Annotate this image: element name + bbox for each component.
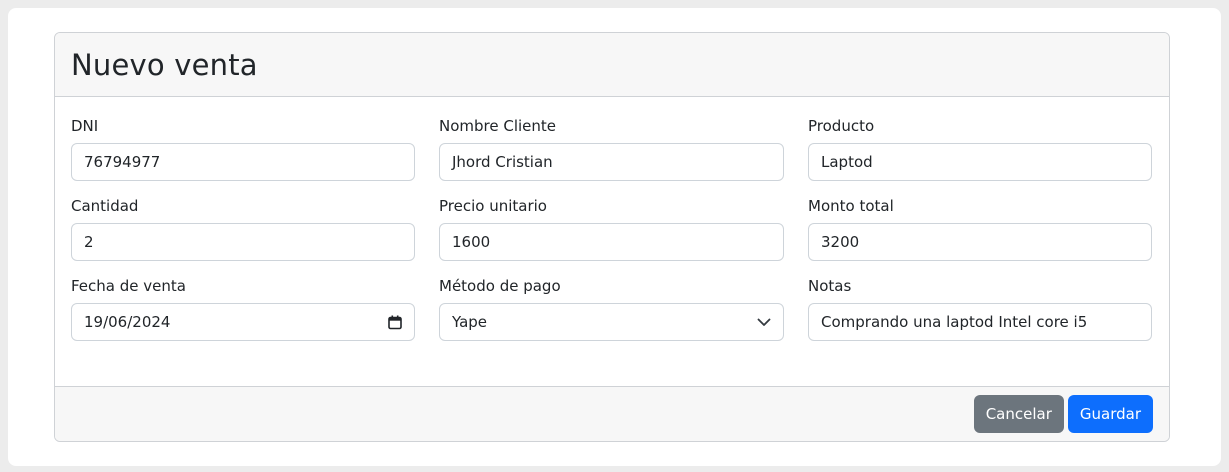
producto-field[interactable]: Laptod	[808, 143, 1152, 181]
notas-group: Notas Comprando una laptod Intel core i5	[808, 275, 1152, 341]
cantidad-group: Cantidad 2	[71, 195, 415, 261]
fecha-venta-field[interactable]: 19/06/2024	[71, 303, 415, 341]
producto-label: Producto	[808, 117, 875, 135]
metodo-pago-label: Método de pago	[439, 277, 561, 295]
monto-total-field[interactable]: 3200	[808, 223, 1152, 261]
nombre-cliente-group: Nombre Cliente Jhord Cristian	[439, 115, 784, 181]
fecha-venta-value: 19/06/2024	[84, 313, 171, 331]
cantidad-field[interactable]: 2	[71, 223, 415, 261]
nombre-cliente-field[interactable]: Jhord Cristian	[439, 143, 784, 181]
chevron-down-icon	[757, 317, 771, 327]
notas-label: Notas	[808, 277, 852, 295]
metodo-pago-select[interactable]: Yape	[439, 303, 784, 341]
notas-field[interactable]: Comprando una laptod Intel core i5	[808, 303, 1152, 341]
cancel-button[interactable]: Cancelar	[973, 395, 1064, 433]
precio-unitario-label: Precio unitario	[439, 197, 547, 215]
cantidad-label: Cantidad	[71, 197, 139, 215]
card-footer: Cancelar Guardar	[55, 386, 1169, 441]
notas-value: Comprando una laptod Intel core i5	[821, 313, 1088, 331]
precio-unitario-group: Precio unitario 1600	[439, 195, 784, 261]
monto-total-value: 3200	[821, 233, 860, 251]
monto-total-label: Monto total	[808, 197, 894, 215]
nombre-cliente-value: Jhord Cristian	[452, 153, 553, 171]
page-title: Nuevo venta	[71, 47, 258, 82]
precio-unitario-field[interactable]: 1600	[439, 223, 784, 261]
card-header: Nuevo venta	[55, 33, 1169, 97]
save-button[interactable]: Guardar	[1067, 395, 1153, 433]
dni-label: DNI	[71, 117, 99, 135]
producto-group: Producto Laptod	[808, 115, 1152, 181]
dni-value: 76794977	[84, 153, 161, 171]
cantidad-value: 2	[84, 233, 94, 251]
dni-group: DNI 76794977	[71, 115, 415, 181]
monto-total-group: Monto total 3200	[808, 195, 1152, 261]
calendar-icon[interactable]	[388, 315, 402, 330]
card-body: DNI 76794977 Nombre Cliente Jhord Cristi…	[55, 97, 1169, 387]
form-grid: DNI 76794977 Nombre Cliente Jhord Cristi…	[71, 115, 1153, 341]
producto-value: Laptod	[821, 153, 873, 171]
fecha-venta-group: Fecha de venta 19/06/2024	[71, 275, 415, 341]
precio-unitario-value: 1600	[452, 233, 491, 251]
metodo-pago-value: Yape	[452, 313, 488, 331]
nombre-cliente-label: Nombre Cliente	[439, 117, 557, 135]
page-container: Nuevo venta DNI 76794977 Nombre Cliente …	[8, 8, 1221, 466]
fecha-venta-label: Fecha de venta	[71, 277, 186, 295]
venta-form-card: Nuevo venta DNI 76794977 Nombre Cliente …	[54, 32, 1170, 442]
dni-field[interactable]: 76794977	[71, 143, 415, 181]
metodo-pago-group: Método de pago Yape	[439, 275, 784, 341]
